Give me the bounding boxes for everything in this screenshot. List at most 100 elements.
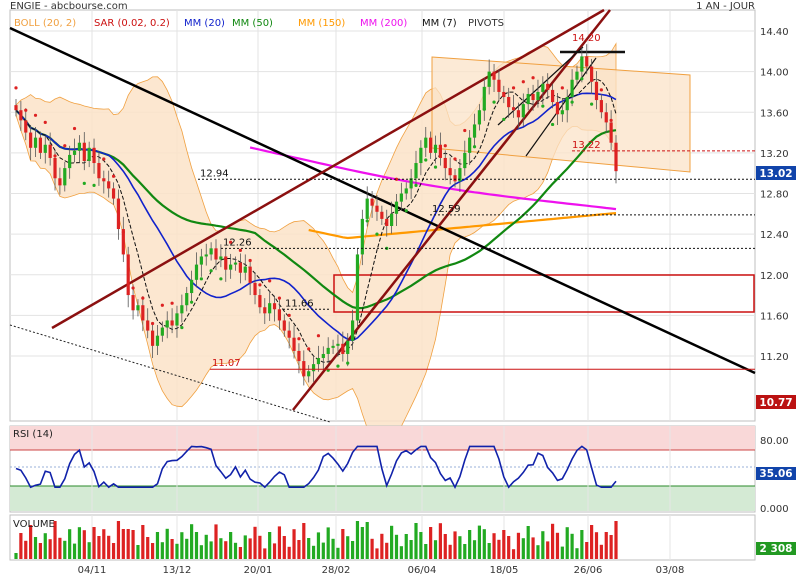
candle-body	[38, 137, 42, 153]
legend-item: PIVOTS	[468, 18, 504, 29]
volume-bar	[375, 548, 379, 559]
candle-body	[214, 248, 218, 260]
current-price-value: 13.02	[759, 168, 792, 180]
candle-body	[297, 350, 301, 362]
candle-body	[599, 100, 603, 113]
current-price-badge: 13.02	[756, 166, 796, 180]
candle-body	[390, 213, 394, 226]
candle-body	[292, 337, 296, 351]
volume-bar	[224, 541, 228, 559]
volume-bar	[487, 543, 491, 559]
candle-body	[487, 71, 491, 87]
candle-body	[507, 97, 511, 108]
candle-body	[19, 110, 23, 121]
volume-bar	[136, 545, 140, 559]
candle-body	[580, 56, 584, 72]
candle-body	[355, 254, 360, 321]
volume-bar	[370, 538, 374, 559]
pivot-label: 14.20	[572, 33, 601, 44]
candle-body	[560, 110, 564, 115]
sar-dot	[443, 144, 447, 148]
volume-bar	[594, 532, 599, 559]
candle-body	[229, 264, 233, 270]
candle-body	[316, 358, 321, 365]
candle-body	[185, 293, 189, 306]
candle-body	[536, 91, 540, 101]
volume-bar	[165, 528, 169, 559]
sar-dot	[297, 337, 301, 341]
volume-bar	[126, 529, 130, 559]
sar-dot	[287, 313, 291, 317]
volume-bar	[24, 540, 28, 559]
volume-bar	[414, 523, 418, 559]
volume-bar	[482, 529, 486, 559]
stock-chart: 14.20 13.22 12.94 12.59 12.26 11.66 11.07 ENGI…	[0, 0, 800, 580]
rsi-panel: RSI (14) 80.00 0.000 35.06	[9, 425, 796, 515]
pivot-label: 12.59	[432, 204, 461, 215]
volume-bar	[150, 543, 155, 559]
candle-body	[482, 86, 486, 111]
price-axis: 14.40 14.00 13.60 13.20 12.80 12.40 12.00 11.60…	[760, 27, 789, 363]
volume-bar	[272, 543, 277, 559]
volume-bar	[341, 529, 345, 559]
candle-body	[180, 305, 184, 314]
sar-dot	[404, 209, 408, 213]
candle-body	[307, 371, 311, 377]
volume-bar	[555, 532, 560, 559]
sar-dot	[248, 258, 252, 263]
price-tick-label: 11.20	[760, 352, 789, 363]
candle-body	[331, 345, 335, 348]
volume-bar	[463, 544, 467, 559]
pivot-label: 13.22	[572, 140, 601, 151]
candle-body	[429, 137, 433, 153]
sar-dot	[531, 76, 535, 80]
volume-bar	[268, 532, 272, 559]
candle-body	[614, 142, 618, 172]
candle-body	[302, 361, 306, 377]
volume-bar	[575, 548, 579, 559]
candle-body	[92, 147, 96, 164]
volume-bar	[219, 538, 223, 559]
legend-item: SAR (0.02, 0.2)	[94, 18, 170, 29]
volume-bar	[253, 526, 257, 559]
date-tick-label: 03/08	[656, 565, 685, 576]
candle-body	[253, 282, 257, 296]
volume-bar	[570, 533, 574, 559]
volume-bar	[92, 527, 96, 559]
price-panel: 14.20 13.22 12.94 12.59 12.26 11.66 11.07	[9, 8, 756, 444]
candle-body	[609, 122, 613, 143]
candle-body	[165, 320, 169, 328]
candle-body	[448, 168, 452, 176]
volume-bar	[19, 533, 23, 559]
volume-bar	[58, 537, 62, 559]
chart-title: ENGIE - abcbourse.com	[10, 1, 128, 12]
candle-body	[472, 124, 477, 138]
candle-body	[282, 320, 286, 331]
candle-body	[419, 147, 423, 164]
volume-bar	[516, 532, 521, 559]
volume-bar	[194, 532, 199, 559]
volume-bar	[292, 529, 296, 559]
sar-dot	[541, 104, 545, 108]
sar-dot	[102, 157, 106, 161]
candle-body	[116, 198, 121, 230]
candle-body	[248, 266, 252, 283]
candle-body	[341, 343, 345, 354]
candle-body	[209, 248, 213, 255]
candle-body	[82, 142, 86, 161]
candle-body	[570, 79, 574, 98]
volume-bar	[580, 530, 584, 559]
candle-body	[546, 83, 550, 90]
rsi-tick-80: 80.00	[760, 436, 789, 447]
candle-body	[404, 188, 408, 194]
sar-dot	[33, 113, 38, 117]
legend-item: MM (150)	[298, 18, 345, 29]
sar-dot	[150, 321, 155, 326]
volume-bar	[321, 542, 325, 559]
pivot-label: 12.26	[223, 237, 252, 248]
candle-body	[63, 168, 67, 186]
volume-bar	[429, 527, 433, 559]
volume-bar	[492, 533, 496, 559]
volume-bar	[248, 538, 252, 559]
sar-dot	[43, 120, 47, 125]
